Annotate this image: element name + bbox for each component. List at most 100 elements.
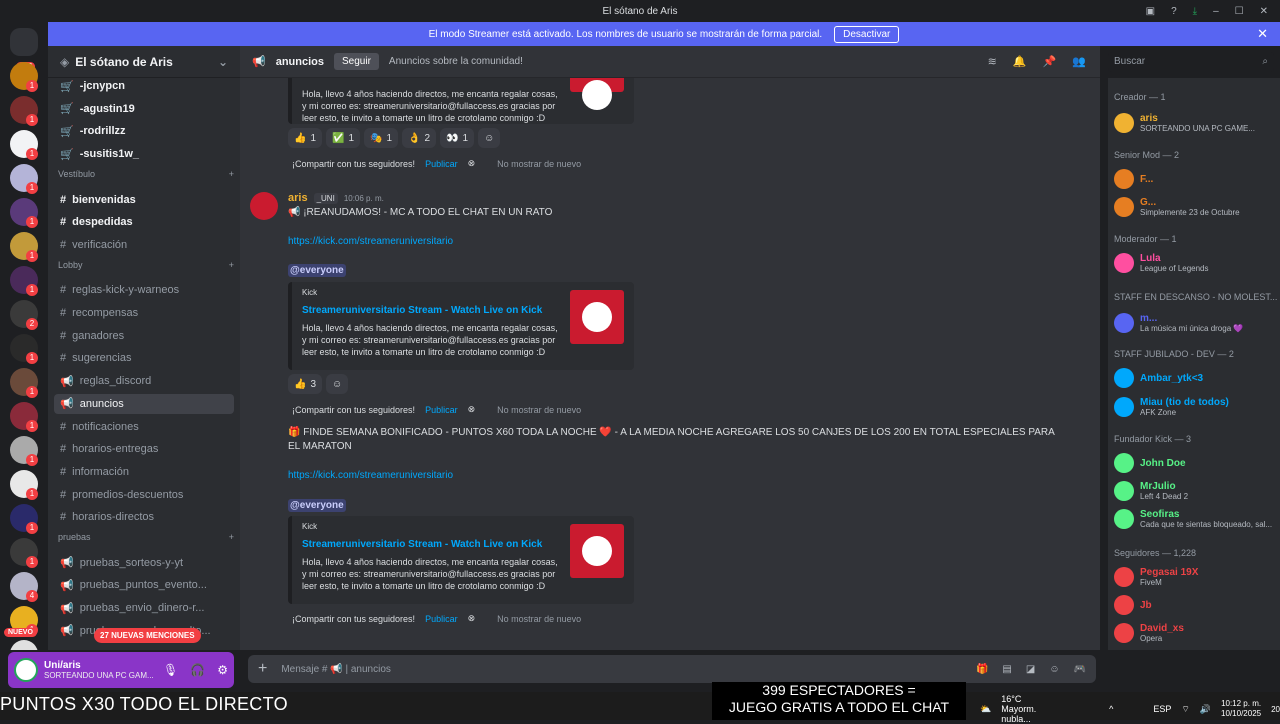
- member-item[interactable]: aris SORTEANDO UNA PC GAME...: [1114, 110, 1278, 136]
- inbox-icon[interactable]: ▣: [1146, 6, 1155, 17]
- channel-item[interactable]: # información: [54, 462, 234, 482]
- reaction[interactable]: 👍 3: [288, 374, 323, 394]
- volume-icon[interactable]: 🔊: [1200, 704, 1211, 715]
- server-header[interactable]: ◈ El sótano de Aris ⌄: [48, 46, 240, 78]
- microphone-icon[interactable]: 🎙: [163, 663, 178, 677]
- add-reaction-icon[interactable]: ☺: [478, 128, 501, 148]
- message-composer[interactable]: + Mensaje # 📢 | anuncios 🎁 ▤ ◪ ☺ 🎮: [248, 655, 1096, 683]
- emoji-icon[interactable]: ☺: [1049, 664, 1059, 675]
- message-link[interactable]: https://kick.com/streameruniversitario: [288, 236, 453, 247]
- dont-show-again-button[interactable]: No mostrar de nuevo: [497, 159, 581, 169]
- gear-icon[interactable]: ⚙: [217, 663, 228, 677]
- channel-item[interactable]: 📢 reglas_discord: [54, 371, 234, 391]
- publish-button[interactable]: Publicar: [425, 614, 458, 624]
- channel-item[interactable]: # ganadores: [54, 326, 234, 346]
- author-name[interactable]: aris: [288, 192, 308, 204]
- channel-item[interactable]: # horarios-directos: [54, 507, 234, 527]
- channel-item[interactable]: # notificaciones: [54, 417, 234, 437]
- everyone-mention[interactable]: @everyone: [288, 499, 346, 512]
- channel-item[interactable]: # recompensas: [54, 303, 234, 323]
- member-item[interactable]: Lula League of Legends: [1114, 250, 1278, 276]
- reaction[interactable]: 👀 1: [440, 128, 475, 148]
- everyone-mention[interactable]: @everyone: [288, 264, 346, 277]
- dont-show-again-button[interactable]: No mostrar de nuevo: [497, 614, 581, 624]
- channel-item[interactable]: 📢 pruebas_envio_dinero-r...: [54, 598, 234, 618]
- channel-item[interactable]: 🛒 -rodrillzz: [54, 121, 234, 141]
- message-link[interactable]: https://kick.com/streameruniversitario: [288, 470, 453, 481]
- clock-time[interactable]: 10:12 p. m.: [1221, 699, 1261, 709]
- channel-item[interactable]: # despedidas: [54, 212, 234, 232]
- member-item[interactable]: MrJulio Left 4 Dead 2: [1114, 478, 1278, 504]
- avatar[interactable]: [14, 658, 38, 682]
- member-item[interactable]: Seofiras Cada que te sientas bloqueado, s…: [1114, 506, 1278, 532]
- embed-thumbnail[interactable]: [570, 524, 624, 578]
- reaction[interactable]: ✅ 1: [326, 128, 361, 148]
- wifi-icon[interactable]: ⌔: [1181, 704, 1189, 715]
- channel-item[interactable]: 📢 anuncios: [54, 393, 234, 414]
- download-icon[interactable]: ⤓: [1193, 6, 1197, 17]
- member-item[interactable]: F...: [1114, 166, 1278, 192]
- mentions-pill[interactable]: 27 NUEVAS MENCIONES: [94, 628, 201, 643]
- embed-thumbnail[interactable]: [570, 290, 624, 344]
- add-reaction-icon[interactable]: ☺: [326, 374, 349, 394]
- help-icon[interactable]: ?: [1171, 6, 1177, 17]
- channel-item[interactable]: # bienvenidas: [54, 190, 234, 210]
- channel-topic[interactable]: Anuncios sobre la comunidad!: [389, 56, 523, 67]
- channel-category[interactable]: Vestíbulo +: [58, 169, 234, 179]
- members-icon[interactable]: 👥: [1072, 55, 1086, 68]
- publish-button[interactable]: Publicar: [425, 159, 458, 169]
- channel-category[interactable]: Lobby +: [58, 260, 234, 270]
- deactivate-button[interactable]: Desactivar: [834, 25, 900, 43]
- dont-show-again-button[interactable]: No mostrar de nuevo: [497, 405, 581, 415]
- member-item[interactable]: Ambar_ytk<3: [1114, 365, 1278, 391]
- gif-icon[interactable]: ▤: [1002, 664, 1011, 675]
- member-item[interactable]: Pegasai 19X FiveM: [1114, 564, 1278, 590]
- close-icon[interactable]: ⊗: [468, 613, 476, 624]
- language-indicator[interactable]: ESP: [1153, 704, 1171, 714]
- channel-item[interactable]: # horarios-entregas: [54, 439, 234, 459]
- pin-icon[interactable]: 📌: [1043, 55, 1057, 68]
- sticker-icon[interactable]: ◪: [1026, 664, 1035, 675]
- channel-item[interactable]: 🛒 -agustin19: [54, 99, 234, 119]
- channel-item[interactable]: # sugerencias: [54, 348, 234, 368]
- plus-icon[interactable]: +: [258, 660, 267, 678]
- channel-item[interactable]: # reglas-kick-y-warneos: [54, 280, 234, 300]
- channel-item[interactable]: 📢 pruebas_puntos_evento...: [54, 575, 234, 595]
- headphones-icon[interactable]: 🎧: [190, 663, 205, 677]
- member-item[interactable]: Jb: [1114, 592, 1278, 618]
- member-item[interactable]: Miau (tio de todos) AFK Zone: [1114, 394, 1278, 420]
- close-icon[interactable]: ⊗: [468, 404, 476, 415]
- channel-item[interactable]: 🛒 -susitis1w_: [54, 144, 234, 164]
- follow-button[interactable]: Seguir: [334, 53, 379, 70]
- add-channel-icon[interactable]: +: [229, 532, 234, 542]
- tray-chevron-icon[interactable]: ^: [1109, 704, 1113, 714]
- threads-icon[interactable]: ≋: [988, 55, 997, 68]
- reaction[interactable]: 👌 2: [402, 128, 437, 148]
- member-item[interactable]: m... La música mi única droga 💜: [1114, 310, 1278, 336]
- close-button[interactable]: ✕: [1260, 6, 1268, 17]
- reaction[interactable]: 🎭 1: [364, 128, 399, 148]
- channel-item[interactable]: 🛒 -jcnypcn: [54, 76, 234, 96]
- maximize-button[interactable]: ☐: [1235, 6, 1244, 17]
- server-icon[interactable]: [10, 640, 38, 650]
- member-item[interactable]: David_xs Opera: [1114, 620, 1278, 646]
- channel-item[interactable]: 📢 pruebas_sorteos-y-yt: [54, 553, 234, 573]
- reaction[interactable]: 👍 1: [288, 128, 323, 148]
- avatar[interactable]: [250, 192, 278, 220]
- search-input[interactable]: Buscar ⌕: [1108, 52, 1274, 72]
- channel-category[interactable]: pruebas +: [58, 532, 234, 542]
- add-channel-icon[interactable]: +: [229, 260, 234, 270]
- minimize-button[interactable]: –: [1213, 6, 1219, 17]
- channel-item[interactable]: # verificación: [54, 235, 234, 255]
- discord-home-icon[interactable]: [10, 28, 38, 56]
- clock-date[interactable]: 10/10/2025: [1221, 709, 1261, 719]
- close-icon[interactable]: ⊗: [468, 158, 476, 169]
- publish-button[interactable]: Publicar: [425, 405, 458, 415]
- bell-icon[interactable]: 🔔: [1013, 55, 1027, 68]
- gift-icon[interactable]: 🎁: [976, 664, 988, 675]
- member-item[interactable]: John Doe: [1114, 450, 1278, 476]
- embed-thumbnail[interactable]: [570, 78, 624, 110]
- notification-badge[interactable]: 20: [1271, 705, 1280, 714]
- add-channel-icon[interactable]: +: [229, 169, 234, 179]
- member-item[interactable]: G... Simplemente 23 de Octubre: [1114, 194, 1278, 220]
